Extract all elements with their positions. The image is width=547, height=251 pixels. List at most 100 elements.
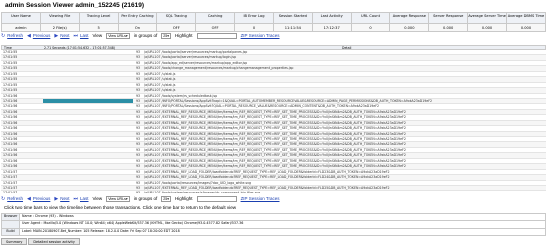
groups-select[interactable]: 25 ▾ xyxy=(161,195,172,202)
row-time: 17:01:55 xyxy=(3,55,18,60)
row-url[interactable]: /a/URL107 /EXTERNAL_REF_RESOURCE_MENU/tm… xyxy=(144,142,406,146)
row-url[interactable]: /a/URL107 /tools/portal/server/resources… xyxy=(144,55,236,59)
timeline-hint: Click two time bars to view the timeline… xyxy=(4,205,237,210)
summary-value: OFF xyxy=(156,23,197,32)
view-label: View xyxy=(92,33,103,38)
row-url[interactable]: /a/URL107 /tools/system/rs_scheduledtask… xyxy=(144,94,217,98)
highlight-label: Highlight xyxy=(175,33,193,38)
row-time: 17:01:55 xyxy=(3,66,18,71)
row-url[interactable]: /a/URL107 /tools/app_ed/server/resources… xyxy=(144,61,247,65)
summary-header: Last Activity xyxy=(311,12,352,24)
previous-link[interactable]: Previous xyxy=(33,196,51,201)
next-icon: ▶ xyxy=(54,195,59,202)
table-row[interactable]: 17:01:57 93/a/URL107 /tools/system/resour… xyxy=(1,191,546,193)
client-info-table: Browser Name : Chrome (93) - Windows User… xyxy=(1,212,546,237)
highlight-label: Highlight xyxy=(175,196,193,201)
tab-summary[interactable]: Summary xyxy=(1,238,28,245)
row-number: 93 xyxy=(136,142,141,147)
row-time: 17:01:57 xyxy=(3,185,18,190)
row-time: 17:01:56 xyxy=(3,142,18,147)
info-key: Build xyxy=(1,227,20,237)
row-url[interactable]: /a/URL107 /INFO/PORTAL/Sessions/AppSvlt?… xyxy=(144,104,379,108)
nav-bar-top: ↻ Refresh ◀ Previous ▶ Next ⏭ Last View … xyxy=(1,32,546,39)
row-number: 93 xyxy=(136,153,141,158)
groups-label: in groups of xyxy=(133,33,158,38)
highlight-input[interactable] xyxy=(196,195,237,202)
row-number: 93 xyxy=(136,60,141,65)
highlight-input[interactable] xyxy=(196,32,237,39)
row-url[interactable]: /a/URL107 /EXTERNAL_REF_RESOURCE_MENU/tm… xyxy=(144,132,406,136)
row-time: 17:01:55 xyxy=(3,50,18,54)
row-url[interactable]: /a/URL107 /tools/portal/resources/images… xyxy=(144,181,251,185)
info-key xyxy=(1,220,20,229)
summary-value: 0 xyxy=(350,23,391,32)
row-url[interactable]: /a/URL107 /tools/change_management/resou… xyxy=(144,66,293,70)
summary-header: Viewing File xyxy=(39,12,80,24)
row-url[interactable]: /a/URL107 /EXTERNAL_REF_RESOURCE_MENU/tm… xyxy=(144,110,406,114)
row-url[interactable]: /a/URL107 /EXTERNAL_REF_RESOURCE_MENU/tm… xyxy=(144,164,406,168)
time-bar[interactable] xyxy=(43,99,133,104)
refresh-link[interactable]: Refresh xyxy=(7,33,23,38)
last-link[interactable]: Last xyxy=(80,196,89,201)
zip-session-traces-link[interactable]: ZIP Session Traces xyxy=(241,196,280,201)
bottom-tabs: Summary Detailed session activity xyxy=(1,238,80,245)
summary-header: Server Response xyxy=(428,12,469,24)
row-url[interactable]: /a/URL107 /u/stat.js xyxy=(144,83,175,87)
row-number: 93 xyxy=(136,98,141,103)
row-time: 17:01:56 xyxy=(3,120,18,125)
groups-select[interactable]: 25 ▾ xyxy=(161,32,172,39)
row-time: 17:01:55 xyxy=(3,82,18,87)
grid-rows: 17:01:55 93/a/URL107 /tools/portal/server… xyxy=(1,50,546,193)
row-url[interactable]: /a/URL107 /INFO/PORTAL/Sessions/AppSvlt?… xyxy=(144,99,432,103)
row-time: 17:01:56 xyxy=(3,109,18,114)
row-url[interactable]: /a/URL107 /tools/system/resources/x/imag… xyxy=(144,191,260,193)
session-timeline-grid: Time 2.71 Seconds (17:01:54.632 - 17:01:… xyxy=(1,45,546,193)
row-url[interactable]: /a/URL107 /EXTERNAL_REF_LOAD_FOLDER/load… xyxy=(144,186,390,190)
row-number: 93 xyxy=(136,55,141,60)
view-select[interactable]: View URLs ▾ xyxy=(106,32,130,39)
row-time: 17:01:55 xyxy=(3,71,18,76)
row-url[interactable]: /a/URL107 /u/stat.js xyxy=(144,88,175,92)
next-icon: ▶ xyxy=(54,32,59,39)
session-summary-table: User Name Viewing File Tracing Level Per En… xyxy=(1,12,547,32)
row-number: 93 xyxy=(136,104,141,109)
row-url[interactable]: /a/URL107 /EXTERNAL_REF_RESOURCE_MENU/tm… xyxy=(144,115,406,119)
row-url[interactable]: /a/URL107 /u/stat.js xyxy=(144,77,175,81)
refresh-icon: ↻ xyxy=(1,32,6,39)
row-time: 17:01:56 xyxy=(3,164,18,169)
previous-icon: ◀ xyxy=(26,195,31,202)
last-icon: ⏭ xyxy=(73,32,78,39)
row-url[interactable]: /a/URL107 /tools/portal/server/resources… xyxy=(144,50,247,54)
row-url[interactable]: /a/URL107 /EXTERNAL_REF_RESOURCE_MENU/tm… xyxy=(144,159,406,163)
row-url[interactable]: /a/URL107 /EXTERNAL_REF_RESOURCE_MENU/tm… xyxy=(144,126,406,130)
previous-link[interactable]: Previous xyxy=(33,33,51,38)
row-url[interactable]: /a/URL107 /EXTERNAL_REF_RESOURCE_MENU/tm… xyxy=(144,153,406,157)
row-url[interactable]: /a/URL107 /EXTERNAL_REF_RESOURCE_MENU/tm… xyxy=(144,121,406,125)
row-number: 93 xyxy=(136,115,141,120)
zip-session-traces-link[interactable]: ZIP Session Traces xyxy=(241,33,280,38)
row-time: 17:01:57 xyxy=(3,180,18,185)
summary-header: Average Server Time xyxy=(467,12,507,24)
row-number: 93 xyxy=(136,93,141,98)
view-select[interactable]: View URLs ▾ xyxy=(106,195,130,202)
summary-header: Average DBMS Time xyxy=(505,12,547,24)
row-time: 17:01:56 xyxy=(3,131,18,136)
info-value: Name : Chrome (93) - Windows xyxy=(19,212,546,222)
groups-label: in groups of xyxy=(133,196,158,201)
refresh-link[interactable]: Refresh xyxy=(7,196,23,201)
row-time: 17:01:56 xyxy=(3,93,18,98)
row-url[interactable]: /a/URL107 /EXTERNAL_REF_LOAD_FOLDER/load… xyxy=(144,170,390,174)
row-url[interactable]: /a/URL107 /EXTERNAL_REF_RESOURCE_MENU/tm… xyxy=(144,137,406,141)
last-link[interactable]: Last xyxy=(80,33,89,38)
row-url[interactable]: /a/URL107 /EXTERNAL_REF_RESOURCE_MENU/tm… xyxy=(144,148,406,152)
previous-icon: ◀ xyxy=(26,32,31,39)
tab-detailed-session-activity[interactable]: Detailed session activity xyxy=(28,238,80,245)
row-url[interactable]: /a/URL107 /EXTERNAL_REF_LOAD_FOLDER/load… xyxy=(144,175,390,179)
next-link[interactable]: Next xyxy=(60,196,69,201)
view-label: View xyxy=(92,196,103,201)
row-url[interactable]: /a/URL107 /u/stat.js xyxy=(144,72,175,76)
nav-bar-bottom: ↻ Refresh ◀ Previous ▶ Next ⏭ Last View … xyxy=(1,195,546,202)
next-link[interactable]: Next xyxy=(60,33,69,38)
row-number: 93 xyxy=(136,71,141,76)
info-value: User Agent : Mozilla/5.0 (Windows NT 10.… xyxy=(19,220,546,229)
